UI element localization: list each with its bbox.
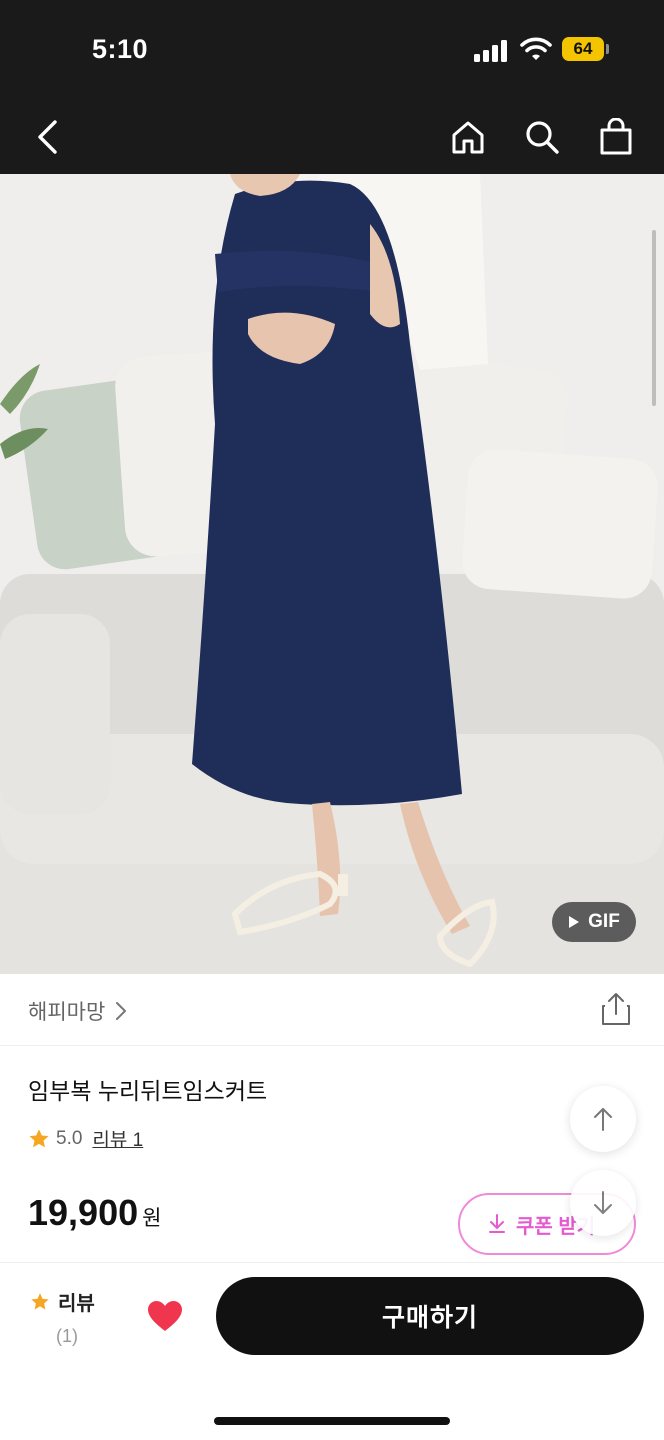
search-icon[interactable] xyxy=(518,100,566,174)
review-tab-label: 리뷰 xyxy=(58,1293,95,1315)
product-title: 임부복 누리뒤트임스커트 xyxy=(28,1078,268,1104)
shopping-bag-icon[interactable] xyxy=(592,100,640,174)
bottom-action-bar: 리뷰 (1) 구매하기 xyxy=(0,1262,664,1440)
review-tab[interactable]: 리뷰 (1) xyxy=(30,1287,110,1347)
download-icon xyxy=(489,1214,505,1233)
arrow-up-icon xyxy=(594,1108,612,1131)
heart-icon[interactable] xyxy=(146,1299,184,1333)
battery-icon: 64 xyxy=(562,37,604,61)
share-icon[interactable] xyxy=(600,992,632,1026)
scroll-top-button[interactable] xyxy=(570,1086,636,1152)
wifi-icon xyxy=(520,37,552,60)
signal-icon xyxy=(474,40,508,62)
star-icon xyxy=(31,1292,49,1309)
brand-name: 해피마망 xyxy=(28,1001,106,1024)
status-time: 5:10 xyxy=(92,34,149,64)
product-photo xyxy=(0,174,664,974)
review-link[interactable]: 리뷰 1 xyxy=(92,1125,143,1152)
product-image[interactable]: GIF xyxy=(0,174,664,974)
home-icon[interactable] xyxy=(444,100,492,174)
back-icon[interactable] xyxy=(24,100,70,174)
brand-link[interactable]: 해피마망 xyxy=(28,996,127,1026)
top-nav-bar xyxy=(0,100,664,174)
gif-badge[interactable]: GIF xyxy=(552,902,636,942)
status-bar: 5:10 64 xyxy=(0,0,664,100)
battery-tip xyxy=(606,44,609,54)
image-scroll-indicator xyxy=(652,230,656,406)
scroll-bottom-button[interactable] xyxy=(570,1170,636,1236)
brand-row: 해피마망 xyxy=(0,974,664,1046)
price-row: 19,900 원 xyxy=(28,1192,161,1234)
star-icon xyxy=(29,1128,49,1147)
price: 19,900 xyxy=(28,1192,139,1233)
rating-value: 5.0 xyxy=(56,1127,83,1149)
play-icon xyxy=(569,916,580,928)
rating-row: 5.0 리뷰 1 xyxy=(28,1125,143,1152)
arrow-down-icon xyxy=(594,1191,612,1214)
home-indicator xyxy=(214,1417,450,1425)
currency: 원 xyxy=(142,1207,162,1230)
chevron-right-icon xyxy=(116,1002,127,1020)
buy-button[interactable]: 구매하기 xyxy=(216,1277,644,1355)
review-tab-count: (1) xyxy=(56,1326,78,1346)
gif-label: GIF xyxy=(588,911,620,932)
